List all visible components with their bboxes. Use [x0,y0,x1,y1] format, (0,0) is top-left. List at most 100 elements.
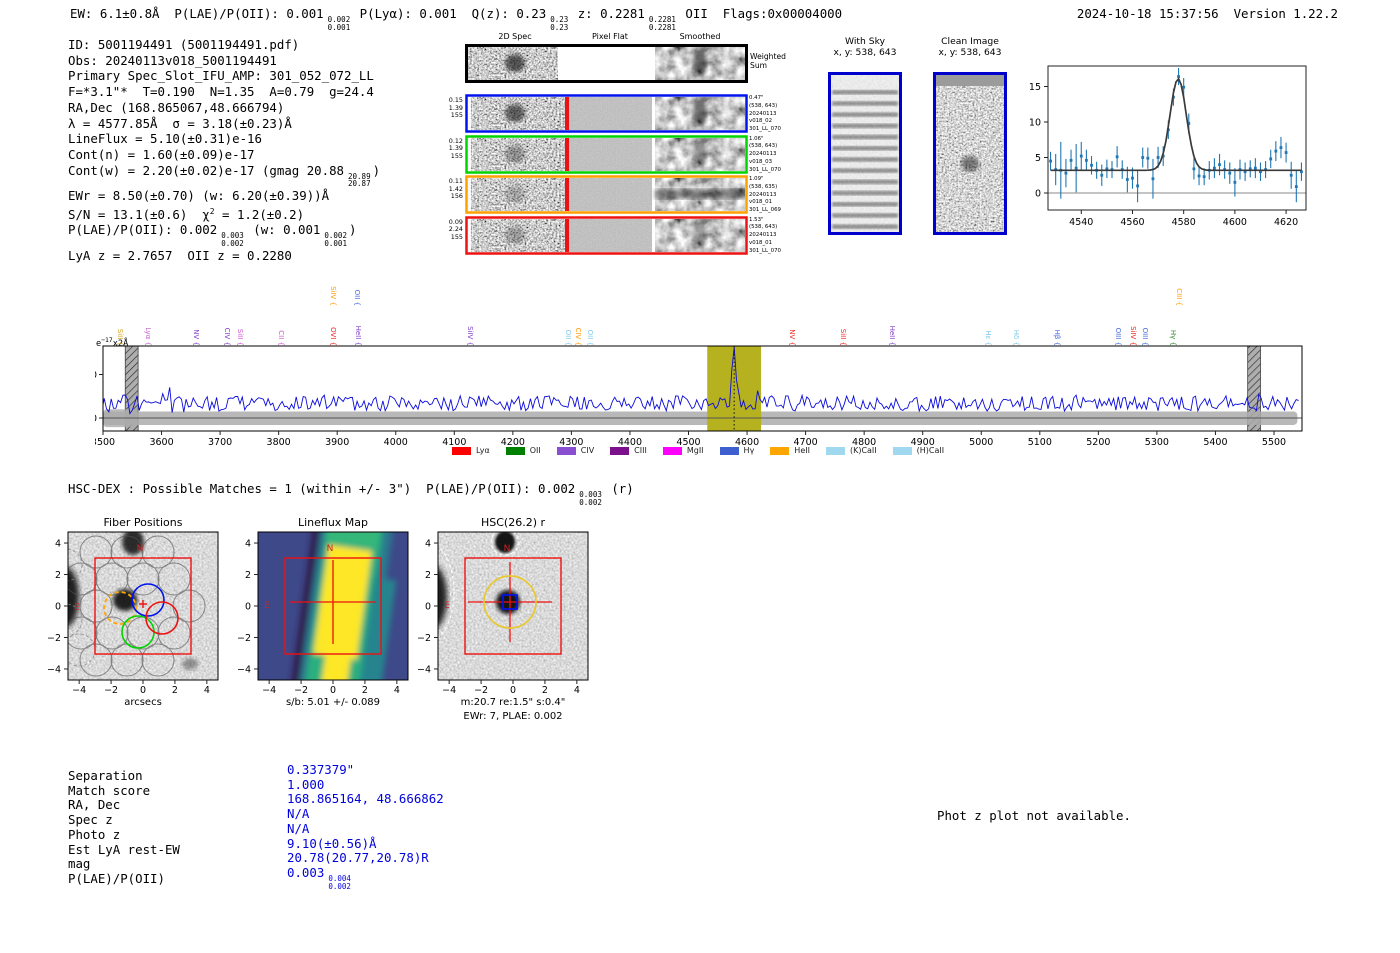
spec2d-row-2-annotations: 1.06" (538, 643) 20240113 v018_03 301_LL_070 [749,135,781,173]
svg-text:0: 0 [245,601,251,612]
line-label-CII: CII { [276,330,285,346]
hsc-r-cutout: HSC(26.2) r N E −4 −4 −2 −2 0 0 2 2 4 4 m:20.7 re… [417,516,589,722]
clean-image-title: Clean Image x, y: 538, 643 [915,36,1025,58]
svg-text:2: 2 [425,570,431,581]
svg-text:3700: 3700 [208,437,232,447]
svg-text:−4: −4 [442,685,456,696]
svg-text:4: 4 [425,538,431,549]
info-line-7: LineFlux = 5.10(±0.31)e-16 [68,131,262,147]
clean-image-title-text: Clean Image [941,36,999,47]
match-row-label-8: P(LAE)/P(OII) [68,870,165,886]
north-label: N [504,544,511,554]
svg-text:4: 4 [245,538,251,549]
svg-text:5000: 5000 [969,437,993,447]
legend-item-Hγ: Hγ [719,446,754,455]
info-line-13: LyA z = 2.7657 OII z = 0.2280 [68,247,292,263]
summary-header: EW: 6.1±0.8Å P(LAE)/P(OII): 0.001 0.002 0.… [70,6,843,32]
line-label-CIV: CIV { [574,327,583,346]
info-line-8: Cont(n) = 1.60(±0.09)e-17 [68,146,255,162]
legend-label: (K)CaII [849,446,877,455]
legend-swatch [892,446,912,455]
svg-text:2: 2 [55,570,61,581]
svg-text:4: 4 [204,685,210,696]
line-label-SiII: SiII { [236,328,244,346]
match-row-label-1: Separation [68,768,143,783]
match-row-value-8: 0.003 0.004 0.002 [287,864,351,891]
col-title-pixelflat: Pixel Flat [592,32,628,41]
match-row-label-3: RA, Dec [68,797,121,813]
line-label-OIII: OIII { [1141,327,1150,346]
hsc-caption1: m:20.7 re:1.5" s:0.4" [461,697,566,708]
match-row-value-1: 0.337379" [287,762,355,777]
svg-text:−4: −4 [262,685,276,696]
weighted-sum-line1: Weighted [750,52,786,61]
legend-label: CIV [580,446,595,455]
info-line-12: P(LAE)/P(OII): 0.002 0.003 0.002 (w: 0.001… [68,222,357,248]
match-row-value-7: 20.78(20.77,20.78)R [287,850,429,866]
hsc-title: HSC(26.2) r [481,516,546,529]
line-label-NV: NV { [788,329,797,346]
svg-text:2: 2 [172,685,178,696]
legend-item-CIV: CIV [556,446,595,455]
east-label: E [444,601,450,611]
info-line-1: ID: 5001194491 (5001194491.pdf) [68,37,300,52]
fiber-positions-title: Fiber Positions [104,516,183,529]
line-label-SiIV: SiIV { [329,286,338,306]
north-label: N [327,544,334,554]
line-label-Hγ: Hγ { [1169,329,1178,346]
timestamp: 2024-10-18 15:37:56 [1076,6,1219,21]
line-label-Lyα: Lyα { [144,327,153,346]
full-spectrum-plot: 3500360037003800390040004100420043004400… [95,345,1303,447]
match-row-value-6: 9.10(±0.56)Å [287,835,377,851]
line-fit-plot: 4540 4560 4580 4600 4620 0 5 10 15 [1029,65,1307,228]
svg-text:3600: 3600 [149,437,173,447]
svg-text:4: 4 [394,685,400,696]
spectrum-legend: Lyα OII CIV CIII MgII Hγ HeII (K)CaII (H)CaII [452,446,944,455]
legend-swatch [662,446,682,455]
svg-text:−4: −4 [47,664,61,675]
svg-text:−2: −2 [474,685,488,696]
legend-item-Lyα: Lyα [452,446,490,455]
legend-label: Lyα [476,446,490,455]
clean-image-xy: x, y: 538, 643 [938,47,1002,58]
spec2d-row-3-left-labels: 0.11 1.42 156 [448,177,463,201]
line-label-OII: OII { [563,329,572,346]
weighted-sum-label: Weighted Sum [750,52,786,70]
svg-text:0: 0 [95,413,97,424]
spec2d-row-1-annotations: 0.47" (538, 643) 20240113 v018_02 301_LL_070 [749,95,781,133]
info-line-2: Obs: 20240113v018_5001194491 [68,52,277,68]
spec2d-row-1-left-labels: 0.15 1.39 155 [448,96,463,120]
match-row-value-5: N/A [287,820,310,836]
info-line-3: Primary Spec_Slot_IFU_AMP: 301_052_072_L… [68,68,374,84]
line-label-SiIV: SiIV { [466,326,475,346]
match-table-labels: Separation Match score RA, Dec Spec z Photo … [68,768,180,887]
line-label-Hδ: Hδ { [1012,329,1021,346]
svg-text:0: 0 [425,601,431,612]
spec2d-row-4 [465,215,748,255]
info-line-5: RA,Dec (168.865067,48.666794) [68,99,285,115]
match-row-label-6: Est LyA rest-EW [68,841,180,857]
svg-text:5500: 5500 [1262,437,1286,447]
match-row-value-2: 1.000 [287,776,325,792]
legend-item-(K)CaII: (K)CaII [825,446,877,455]
match-row-label-2: Match score [68,782,151,798]
clean-image [933,72,1007,235]
line-label-NV: NV { [192,329,201,346]
match-table-values: 0.337379" 1.000 168.865164, 48.666862 N/A N/… [287,762,444,891]
spec2d-row-3-annotations: 1.09" (538, 635) 20240113 v018_01 301_LL_069 [749,176,781,214]
legend-label: MgII [686,446,704,455]
line-label-Hε: Hε { [984,330,993,346]
with-sky-title: With Sky x, y: 538, 643 [810,36,920,58]
legend-item-HeII: HeII [770,446,810,455]
match-row-label-7: mag [68,856,91,872]
svg-text:4000: 4000 [384,437,408,447]
lineflux-title: Lineflux Map [298,516,368,529]
lineflux-map-cutout: Lineflux Map N E −4 −4 −2 −2 0 0 2 2 4 4 s/b: 5.0… [237,516,409,708]
line-label-OVI: OVI { [329,327,338,346]
info-line-10: EWr = 8.50(±0.70) (w: 6.20(±0.39))Å [68,187,330,203]
svg-text:3500: 3500 [95,437,115,447]
svg-text:3900: 3900 [325,437,349,447]
line-label-OIII: OIII { [1114,327,1123,346]
svg-text:0: 0 [140,685,146,696]
legend-swatch [610,446,630,455]
